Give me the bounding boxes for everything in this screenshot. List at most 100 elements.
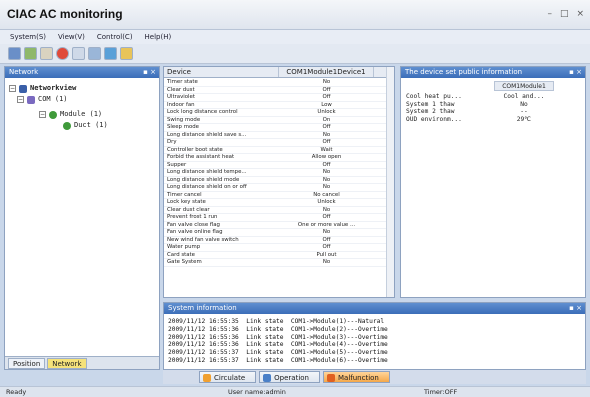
device-row[interactable]: Supper Off — [164, 161, 394, 169]
menu-control[interactable]: Control(C) — [97, 33, 133, 41]
system-log: 2009/11/12 16:55:35 Link state COM1->Mod… — [168, 318, 388, 365]
tab-malfunction[interactable]: Malfunction — [322, 371, 390, 383]
edit-icon[interactable] — [72, 47, 85, 60]
column-module[interactable]: COM1Module1Device1 — [279, 67, 374, 77]
status-ready: Ready — [6, 388, 27, 396]
info-name: System 1 thaw — [406, 100, 455, 108]
tab-operation[interactable]: Operation — [259, 371, 320, 383]
minimize-icon[interactable]: – — [547, 9, 552, 19]
device-row[interactable]: Lock key state Unlock — [164, 199, 394, 207]
device-property-value: Pull out — [316, 251, 337, 258]
network-panel: Network ▪ × − Networkview − COM (1) − Mo… — [4, 66, 160, 370]
menu-help[interactable]: Help(H) — [145, 33, 172, 41]
connect-icon[interactable] — [8, 47, 21, 60]
device-row[interactable]: New wind fan valve switch Off — [164, 236, 394, 244]
device-property-name: Indoor fan — [167, 101, 195, 108]
device-property-name: New wind fan valve switch — [167, 236, 239, 243]
device-row[interactable]: Clear dust Off — [164, 87, 394, 94]
tree-node-module[interactable]: − Module (1) — [9, 109, 108, 120]
device-row[interactable]: Card state Pull out — [164, 251, 394, 259]
device-row[interactable]: Lock long distance control Unlock — [164, 109, 394, 117]
info-name: Cool heat pu... — [406, 93, 462, 100]
device-property-value: No — [322, 184, 331, 190]
toolbar — [0, 44, 590, 64]
pin-close-icon[interactable]: ▪ × — [569, 303, 582, 314]
tree-label: Duct (1) — [74, 121, 108, 129]
device-property-value: Unlock — [317, 199, 336, 205]
stop-icon[interactable] — [56, 47, 69, 60]
folder-icon[interactable] — [120, 47, 133, 60]
device-property-value: No — [322, 79, 331, 85]
device-property-name: Forbid the assistant heat — [167, 154, 235, 160]
pin-close-icon[interactable]: ▪ × — [143, 67, 156, 78]
device-property-name: Controller boot state — [167, 146, 223, 153]
port-icon — [27, 95, 35, 104]
tree-node-duct[interactable]: Duct (1) — [9, 120, 108, 131]
query-icon[interactable] — [88, 47, 101, 60]
tree-node-com[interactable]: − COM (1) — [9, 94, 108, 105]
device-row[interactable]: Fan valve online flag No — [164, 229, 394, 237]
device-property-name: Timer state — [167, 79, 198, 85]
collapse-icon[interactable]: − — [17, 96, 24, 103]
device-row[interactable]: Indoor fan Low — [164, 101, 394, 109]
device-row[interactable]: Swing mode On — [164, 116, 394, 124]
device-property-value: No — [322, 259, 331, 265]
info-row[interactable]: System 2 thaw -- — [406, 108, 554, 116]
info-value: No — [520, 100, 528, 108]
device-row[interactable]: Prevent frost 1 run Off — [164, 214, 394, 222]
device-row[interactable]: Forbid the assistant heat Allow open — [164, 154, 394, 162]
tab-label: Operation — [274, 374, 309, 382]
device-row[interactable]: Timer state No — [164, 79, 394, 87]
device-row[interactable]: Dry Off — [164, 139, 394, 147]
device-property-value: On — [322, 116, 331, 123]
log-line: 2009/11/12 16:55:36 Link state COM1->Mod… — [168, 333, 388, 341]
device-property-value: Low — [321, 101, 332, 108]
window-controls: – □ × — [547, 9, 584, 19]
system-panel-header: System information ▪ × — [164, 303, 585, 314]
device-property-value: Off — [322, 236, 331, 243]
device-row[interactable]: Gate System No — [164, 259, 394, 267]
info-row[interactable]: Cool heat pu... Cool and... — [406, 93, 554, 101]
tree-node-networkview[interactable]: − Networkview — [9, 83, 108, 94]
device-property-value: Off — [322, 214, 331, 220]
device-row[interactable]: Controller boot state Wait — [164, 146, 394, 154]
device-row[interactable]: Long distance shield save s... No — [164, 132, 394, 139]
device-property-name: Supper — [167, 161, 187, 168]
pin-close-icon[interactable]: ▪ × — [569, 67, 582, 78]
network-tree: − Networkview − COM (1) − Module (1) Duc… — [9, 83, 108, 131]
device-row[interactable]: Clear dust clear No — [164, 207, 394, 214]
device-scrollbar[interactable] — [386, 67, 394, 297]
monitor-icon[interactable] — [104, 47, 117, 60]
device-row[interactable]: Fan valve close flag One or more value ..… — [164, 222, 394, 229]
info-panel-header: The device set public information ▪ × — [401, 67, 585, 78]
device-row[interactable]: Long distance shield mode No — [164, 176, 394, 184]
device-row[interactable]: Timer cancel No cancel — [164, 192, 394, 199]
menu-view[interactable]: View(V) — [58, 33, 85, 41]
tree-label: COM (1) — [38, 95, 68, 103]
restore-icon[interactable]: □ — [560, 9, 569, 19]
tree-label: Module (1) — [60, 110, 103, 118]
menu-system[interactable]: System(S) — [10, 33, 46, 41]
info-column-header[interactable]: COM1Module1 — [494, 81, 554, 91]
device-row[interactable]: Long distance shield tempe... No — [164, 169, 394, 177]
settings-icon[interactable] — [40, 47, 53, 60]
column-device[interactable]: Device — [164, 67, 279, 77]
device-property-value: No — [322, 176, 331, 183]
device-property-value: Off — [322, 124, 331, 130]
info-row[interactable]: System 1 thaw No — [406, 101, 554, 109]
refresh-icon[interactable] — [24, 47, 37, 60]
device-row[interactable]: Sleep mode Off — [164, 124, 394, 132]
tab-network[interactable]: Network — [47, 358, 87, 369]
collapse-icon[interactable]: − — [9, 85, 16, 92]
device-row[interactable]: Ultraviolet Off — [164, 94, 394, 102]
device-property-name: Long distance shield on or off — [167, 184, 247, 190]
tab-position[interactable]: Position — [8, 358, 46, 369]
device-row[interactable]: Water pump Off — [164, 244, 394, 252]
title-bar: CIAC AC monitoring – □ × — [0, 0, 590, 30]
tab-circulate[interactable]: Circulate — [199, 371, 257, 383]
info-row[interactable]: OUD environm... 29℃ — [406, 116, 554, 124]
device-property-name: Long distance shield mode — [167, 176, 240, 183]
device-row[interactable]: Long distance shield on or off No — [164, 184, 394, 192]
close-icon[interactable]: × — [576, 9, 584, 19]
collapse-icon[interactable]: − — [39, 111, 46, 118]
